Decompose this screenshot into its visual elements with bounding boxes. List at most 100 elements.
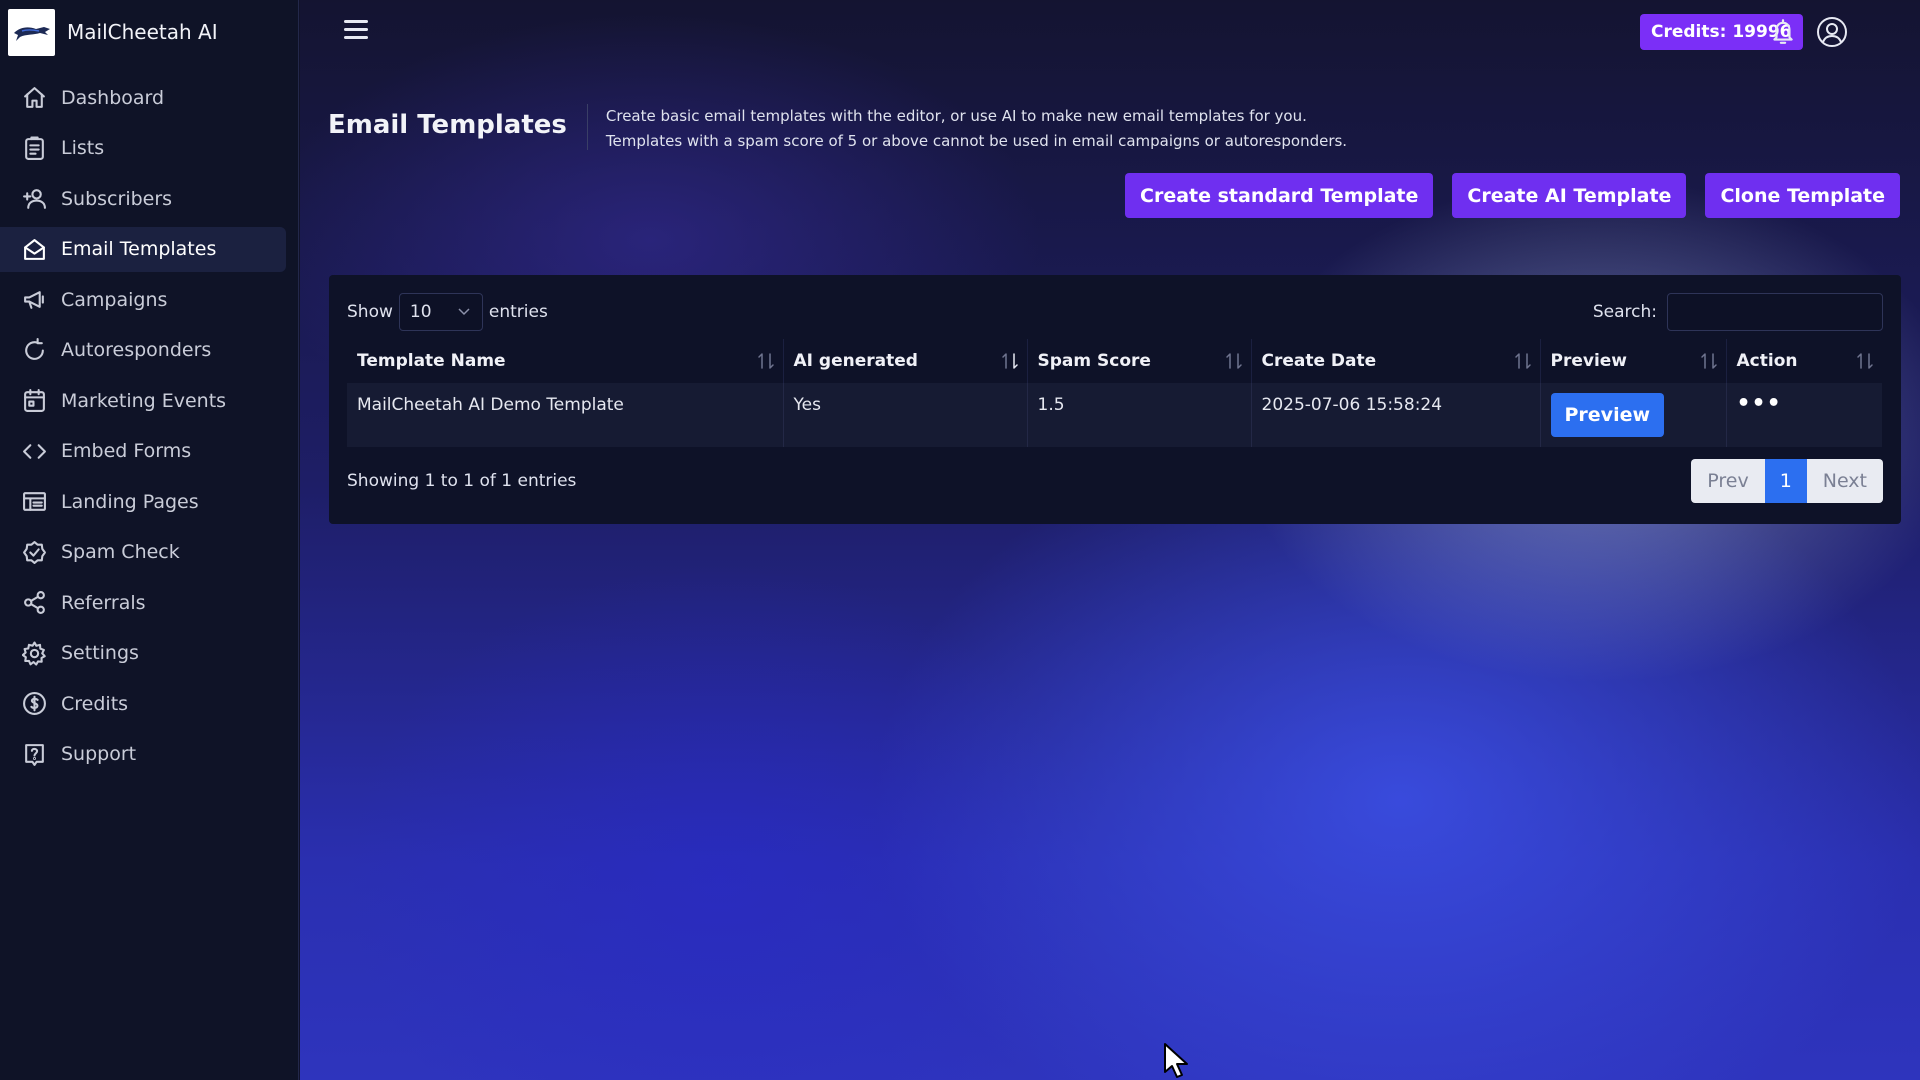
table-header-row: Template Name AI generated Spam Score Cr…	[347, 339, 1882, 383]
entries-select[interactable]: 10	[398, 293, 483, 331]
sidebar-item-email-templates[interactable]: Email Templates	[0, 226, 286, 272]
column-header-create-date[interactable]: Create Date	[1251, 339, 1541, 383]
add-user-icon	[22, 186, 47, 211]
sidebar-item-label: Embed Forms	[61, 440, 192, 462]
table-search: Search:	[1593, 293, 1883, 331]
templates-table-card: Show 10 entries Search: Template Name AI…	[329, 275, 1901, 524]
sidebar-item-marketing-events[interactable]: Marketing Events	[0, 378, 286, 423]
table-info: Showing 1 to 1 of 1 entries	[347, 471, 577, 491]
sidebar-item-label: Credits	[61, 692, 129, 715]
sort-icon	[1514, 351, 1532, 371]
cell-template-name: MailCheetah AI Demo Template	[347, 383, 784, 447]
pagination-next[interactable]: Next	[1806, 459, 1883, 503]
cell-spam-score: 1.5	[1027, 383, 1252, 447]
sidebar-nav: Dashboard Lists Subscribers Email Templa…	[0, 75, 298, 777]
sidebar-item-label: Spam Check	[61, 541, 180, 563]
column-header-preview[interactable]: Preview	[1540, 339, 1727, 383]
sidebar-item-label: Autoresponders	[61, 339, 212, 361]
sidebar-item-credits[interactable]: Credits	[0, 681, 286, 726]
sort-icon	[757, 351, 775, 371]
create-standard-template-button[interactable]: Create standard Template	[1125, 173, 1434, 218]
user-account-icon[interactable]	[1816, 16, 1848, 48]
bell-icon[interactable]	[1770, 18, 1796, 46]
calendar-icon	[22, 388, 47, 413]
page-description: Create basic email templates with the ed…	[586, 104, 1347, 150]
sort-icon	[1700, 351, 1718, 371]
sidebar-item-label: Subscribers	[61, 187, 173, 210]
cell-preview: Preview	[1540, 383, 1727, 447]
sidebar-item-label: Settings	[61, 642, 139, 664]
cell-create-date: 2025-07-06 15:58:24	[1251, 383, 1541, 447]
column-header-spam-score[interactable]: Spam Score	[1027, 339, 1252, 383]
column-header-label: Action	[1736, 351, 1798, 371]
list-icon	[22, 136, 47, 161]
sidebar: MailCheetah AI Dashboard Lists Subscribe…	[0, 0, 299, 1080]
templates-table: Template Name AI generated Spam Score Cr…	[347, 339, 1882, 447]
column-header-template-name[interactable]: Template Name	[347, 339, 784, 383]
sidebar-item-spam-check[interactable]: Spam Check	[0, 530, 286, 575]
pagination: Prev 1 Next	[1691, 459, 1883, 503]
sidebar-item-label: Support	[61, 743, 137, 765]
sidebar-item-settings[interactable]: Settings	[0, 631, 286, 676]
gear-icon	[22, 641, 47, 666]
pagination-page-1[interactable]: 1	[1764, 459, 1807, 503]
search-label: Search:	[1592, 302, 1657, 322]
sidebar-item-label: Campaigns	[61, 288, 168, 311]
envelope-open-icon	[22, 237, 47, 262]
page-header: Email Templates Create basic email templ…	[328, 104, 1347, 150]
column-header-ai-generated[interactable]: AI generated	[783, 339, 1028, 383]
sort-icon	[1225, 351, 1243, 371]
hamburger-menu-icon[interactable]	[344, 20, 368, 40]
sidebar-item-label: Marketing Events	[61, 389, 227, 412]
brand-name: MailCheetah AI	[67, 20, 218, 44]
main-content: Credits: 19996 Email Templates Create ba…	[300, 0, 1920, 1080]
sidebar-item-label: Lists	[61, 137, 105, 159]
megaphone-icon	[22, 287, 47, 312]
badge-check-icon	[22, 540, 47, 565]
dollar-circle-icon	[22, 691, 47, 716]
clone-template-button[interactable]: Clone Template	[1705, 173, 1900, 218]
sidebar-item-dashboard[interactable]: Dashboard	[0, 75, 286, 120]
preview-button[interactable]: Preview	[1550, 393, 1665, 437]
column-header-label: Spam Score	[1037, 351, 1151, 371]
column-header-label: AI generated	[793, 351, 918, 371]
page-title: Email Templates	[328, 110, 567, 140]
action-buttons: Create standard Template Create AI Templ…	[1125, 173, 1900, 218]
show-label: Show	[347, 302, 393, 322]
entries-length: Show 10 entries	[347, 293, 548, 331]
cell-action: •••	[1726, 383, 1882, 447]
sidebar-item-referrals[interactable]: Referrals	[0, 580, 286, 625]
sidebar-item-support[interactable]: Support	[0, 732, 286, 777]
sidebar-item-subscribers[interactable]: Subscribers	[0, 176, 286, 221]
sort-icon	[1001, 351, 1019, 371]
more-options-icon[interactable]: •••	[1737, 391, 1782, 416]
column-header-label: Template Name	[357, 351, 506, 371]
sort-icon	[1856, 351, 1874, 371]
mouse-cursor-icon	[1163, 1042, 1191, 1080]
column-header-label: Preview	[1550, 351, 1628, 371]
topbar: Credits: 19996	[300, 0, 1920, 64]
cell-ai-generated: Yes	[783, 383, 1028, 447]
brand[interactable]: MailCheetah AI	[0, 0, 298, 64]
help-icon	[22, 742, 47, 767]
share-icon	[22, 590, 47, 615]
sidebar-item-autoresponders[interactable]: Autoresponders	[0, 328, 286, 373]
sidebar-item-landing-pages[interactable]: Landing Pages	[0, 479, 286, 524]
home-icon	[22, 85, 47, 110]
sidebar-item-embed-forms[interactable]: Embed Forms	[0, 429, 286, 474]
code-icon	[22, 439, 47, 464]
sidebar-item-label: Dashboard	[61, 86, 165, 109]
pagination-prev[interactable]: Prev	[1691, 459, 1765, 503]
description-line-1: Create basic email templates with the ed…	[605, 107, 1307, 125]
sidebar-item-label: Referrals	[61, 591, 146, 614]
layout-icon	[22, 489, 47, 514]
chevron-down-icon	[458, 308, 470, 316]
create-ai-template-button[interactable]: Create AI Template	[1452, 173, 1687, 218]
column-header-action[interactable]: Action	[1726, 339, 1882, 383]
sidebar-item-campaigns[interactable]: Campaigns	[0, 277, 286, 322]
search-input[interactable]	[1667, 293, 1883, 331]
table-row: MailCheetah AI Demo Template Yes 1.5 202…	[347, 383, 1882, 447]
description-line-2: Templates with a spam score of 5 or abov…	[605, 132, 1348, 150]
sidebar-item-lists[interactable]: Lists	[0, 126, 286, 171]
table-footer: Showing 1 to 1 of 1 entries Prev 1 Next	[347, 459, 1883, 503]
